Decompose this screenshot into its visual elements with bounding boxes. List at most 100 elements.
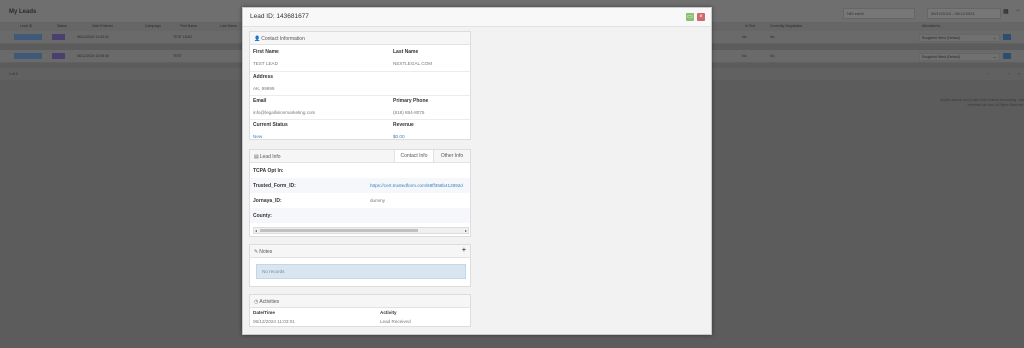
status-badge — [52, 53, 65, 59]
lead-id-button[interactable] — [14, 34, 42, 40]
chevron-down-icon: ⌄ — [993, 35, 997, 40]
allocated-select[interactable]: Roughbid West (Default) — [919, 53, 1000, 61]
notes-title: Notes — [259, 248, 273, 255]
contact-info-title: Contact Information — [261, 35, 305, 42]
date-time-header: Date/Time — [253, 310, 275, 315]
user-button[interactable] — [1003, 53, 1011, 59]
trusted-form-link[interactable]: https://cert.trustedform.com/68ff356b412… — [370, 183, 470, 188]
first-name-value: TEST LEAD — [253, 61, 278, 66]
lead-info-row: County: — [250, 208, 470, 223]
maximize-button[interactable]: ▭ — [686, 13, 694, 21]
allocated-select[interactable]: Roughbid West (Default) — [919, 34, 1000, 42]
page-button[interactable]: · — [996, 71, 1002, 77]
row-first: TEST LEAD — [173, 35, 192, 39]
lead-info-row: Trusted_Form_ID: https://cert.trustedfor… — [250, 178, 470, 193]
date-range-field[interactable]: 06/12/2024 - 06/12/2024 — [927, 8, 1001, 19]
col-lead-id: Lead ID — [20, 24, 33, 28]
footnote: Applied default sort by date Lead Entere… — [940, 98, 1024, 107]
user-icon: 👤 — [254, 35, 261, 42]
lead-id-button[interactable] — [14, 53, 42, 59]
scroll-right-icon[interactable]: ▸ — [465, 228, 467, 233]
row-test: No — [770, 54, 775, 58]
activity-text: Lead Received — [380, 319, 411, 324]
address-label: Address — [253, 74, 274, 80]
activities-panel: ◷Activities Date/Time Activity 06/12/202… — [249, 294, 471, 327]
first-name-label: First Name — [253, 49, 279, 55]
email-value: info@legallisionmarketing.com — [253, 110, 316, 115]
row-value: dummy — [370, 198, 386, 203]
comment-icon[interactable] — [1017, 53, 1023, 59]
row-key: Jornaya_ID: — [253, 198, 282, 204]
page-title: My Leads — [9, 9, 37, 15]
phone-value: (818) 884-8075 — [393, 110, 425, 115]
prev-page-icon[interactable]: ‹ — [985, 71, 991, 77]
row-dup: No — [742, 54, 747, 58]
col-last-name: Last Name — [220, 24, 237, 28]
notes-panel: ✎Notes + No records — [249, 244, 471, 287]
notes-header: ✎Notes + — [250, 245, 470, 258]
phone-label: Primary Phone — [393, 98, 429, 104]
search-text: NEt earth — [847, 11, 864, 16]
clock-icon: ◷ — [254, 298, 259, 305]
activities-title: Activities — [259, 298, 280, 305]
lead-info-panel: ▤Lead Info Contact Info Other Info TCPA … — [249, 149, 471, 237]
revenue-link[interactable]: $0.00 — [393, 134, 405, 139]
id-card-icon: ▤ — [254, 153, 259, 160]
modal-title: Lead ID: 143681677 — [250, 13, 309, 20]
last-name-label: Last Name — [393, 49, 419, 55]
chevron-down-icon: ⌄ — [993, 54, 997, 59]
modal-header: Lead ID: 143681677 ▭ × — [243, 8, 711, 27]
col-date: Date Entered — [92, 24, 113, 28]
lead-info-title: Lead Info — [259, 153, 281, 160]
last-page-icon[interactable]: » — [1016, 71, 1022, 77]
lead-modal: Lead ID: 143681677 ▭ × 👤Contact Informat… — [242, 7, 712, 335]
tab-contact-info[interactable]: Contact Info — [394, 150, 434, 162]
contact-info-panel: 👤Contact Information First Name TEST LEA… — [249, 31, 471, 140]
status-badge — [52, 34, 65, 40]
row-key: County: — [253, 213, 272, 219]
status-label: Current Status — [253, 122, 288, 128]
row-key: Trusted_Form_ID: — [253, 183, 296, 189]
email-label: Email — [253, 98, 267, 104]
add-note-button[interactable]: + — [462, 247, 466, 254]
user-button[interactable] — [1003, 34, 1011, 40]
pencil-icon: ✎ — [254, 248, 259, 255]
lead-info-row: Jornaya_ID: dummy — [250, 193, 470, 208]
row-date: 06/12/2024 11:03:01 — [77, 35, 109, 39]
row-dup: No — [742, 35, 747, 39]
no-records-alert: No records — [256, 264, 466, 279]
activity-date: 06/12/2024 11:03:01 — [253, 319, 295, 324]
activity-header: Activity — [380, 310, 397, 315]
search-input[interactable]: NEt earth — [843, 8, 915, 19]
close-button[interactable]: × — [697, 13, 705, 21]
col-first-name: First Name — [180, 24, 198, 28]
comment-icon[interactable] — [1017, 34, 1023, 40]
row-test: No — [770, 35, 775, 39]
status-link[interactable]: New — [253, 134, 262, 139]
col-negotiated: Currently Negotiated — [770, 24, 803, 28]
scroll-left-icon[interactable]: ◂ — [255, 228, 257, 233]
scrollbar-thumb[interactable] — [260, 229, 418, 232]
last-name-value: NEXTLEGAL.COM — [393, 61, 433, 66]
date-range-text: 06/12/2024 - 06/12/2024 — [931, 11, 975, 16]
calendar-icon[interactable]: ▦ — [1003, 8, 1012, 17]
row-date: 06/12/2024 10:58:40 — [77, 54, 110, 58]
pager-count: 1 of 2 — [9, 72, 18, 76]
horizontal-scrollbar[interactable]: ◂ ▸ — [253, 227, 469, 234]
lead-info-header: ▤Lead Info Contact Info Other Info — [250, 150, 470, 163]
next-page-icon[interactable]: › — [1006, 71, 1012, 77]
col-campaign: Campaign — [145, 24, 161, 28]
no-records-text: No records — [262, 269, 285, 274]
col-is-test: Is Test — [745, 24, 756, 28]
col-allocated: Allocated to — [922, 24, 941, 28]
contact-info-header: 👤Contact Information — [250, 32, 470, 45]
row-key: TCPA Opt In: — [253, 168, 284, 174]
address-value: AK, 99999 — [253, 86, 275, 91]
lead-info-row: TCPA Opt In: — [250, 163, 470, 178]
tab-other-info[interactable]: Other Info — [434, 150, 470, 162]
col-status: Status — [57, 24, 67, 28]
revenue-label: Revenue — [393, 122, 414, 128]
row-first: TEST — [173, 54, 182, 58]
activities-header: ◷Activities — [250, 295, 470, 308]
collapse-icon[interactable]: − — [1016, 8, 1020, 14]
